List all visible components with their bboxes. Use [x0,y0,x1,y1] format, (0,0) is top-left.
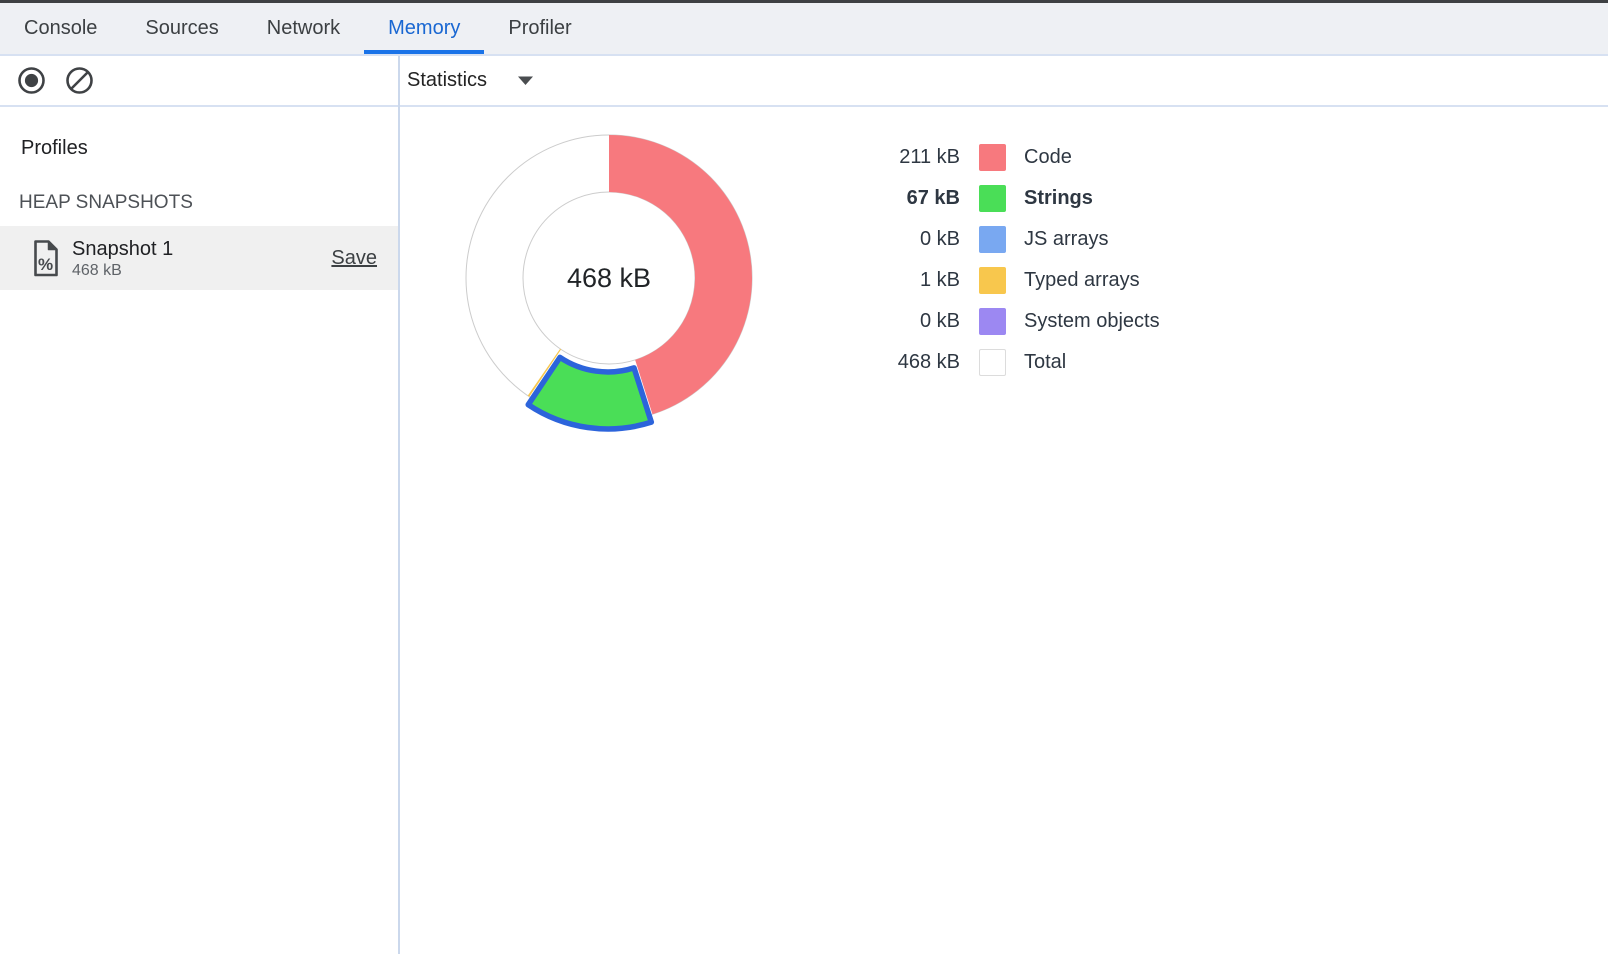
legend-value: 211 kB [840,146,960,169]
tab-network[interactable]: Network [243,3,364,54]
record-icon [17,66,46,95]
legend-value: 67 kB [840,187,960,210]
snapshot-meta: Snapshot 1 468 kB [72,237,173,280]
svg-text:%: % [38,255,53,274]
chevron-down-icon [517,75,534,86]
chart-legend: 211 kB Code 67 kB Strings 0 kB JS arrays… [840,137,1160,383]
legend-row-typed-arrays[interactable]: 1 kB Typed arrays [840,260,1160,301]
legend-label: Typed arrays [1024,269,1140,292]
legend-row-code[interactable]: 211 kB Code [840,137,1160,178]
clear-icon [65,66,94,95]
snapshot-size: 468 kB [72,261,173,280]
legend-value: 0 kB [840,310,960,333]
code-swatch-icon [979,144,1006,171]
devtools-tabbar: Console Sources Network Memory Profiler [0,3,1608,56]
legend-row-system-objects[interactable]: 0 kB System objects [840,301,1160,342]
slice-strings[interactable] [528,357,651,429]
system-objects-swatch-icon [979,308,1006,335]
heap-snapshots-section-title: HEAP SNAPSHOTS [0,190,398,216]
typed-arrays-swatch-icon [979,267,1006,294]
legend-row-js-arrays[interactable]: 0 kB JS arrays [840,219,1160,260]
profiles-sidebar: Profiles HEAP SNAPSHOTS % Snapshot 1 468… [0,107,398,954]
legend-row-total[interactable]: 468 kB Total [840,342,1160,383]
save-snapshot-link[interactable]: Save [331,247,377,270]
statistics-view: 468 kB 211 kB Code 67 kB Strings 0 kB JS… [400,107,1608,954]
snapshot-list-item[interactable]: % Snapshot 1 468 kB Save [0,226,398,290]
js-arrays-swatch-icon [979,226,1006,253]
tab-memory[interactable]: Memory [364,3,484,54]
heap-statistics-donut-chart: 468 kB [449,118,769,438]
record-heap-snapshot-button[interactable] [17,66,46,95]
total-swatch-icon [979,349,1006,376]
tab-sources[interactable]: Sources [121,3,242,54]
perspective-dropdown-label: Statistics [407,69,487,92]
clear-profiles-button[interactable] [65,66,94,95]
heap-snapshot-file-icon: % [32,237,60,280]
legend-row-strings[interactable]: 67 kB Strings [840,178,1160,219]
legend-label: Strings [1024,187,1093,210]
legend-label: Total [1024,351,1066,374]
snapshot-name: Snapshot 1 [72,237,173,261]
memory-toolbar: Statistics [0,56,1608,107]
legend-label: JS arrays [1024,228,1108,251]
profiles-title: Profiles [0,107,398,162]
tab-profiler[interactable]: Profiler [484,3,595,54]
strings-swatch-icon [979,185,1006,212]
perspective-dropdown[interactable]: Statistics [407,69,534,92]
donut-center-label: 468 kB [567,263,651,293]
legend-value: 0 kB [840,228,960,251]
tab-console[interactable]: Console [0,3,121,54]
legend-label: System objects [1024,310,1160,333]
view-toolbar: Statistics [398,69,534,92]
profiles-toolbar [0,66,398,95]
legend-label: Code [1024,146,1072,169]
legend-value: 468 kB [840,351,960,374]
legend-value: 1 kB [840,269,960,292]
